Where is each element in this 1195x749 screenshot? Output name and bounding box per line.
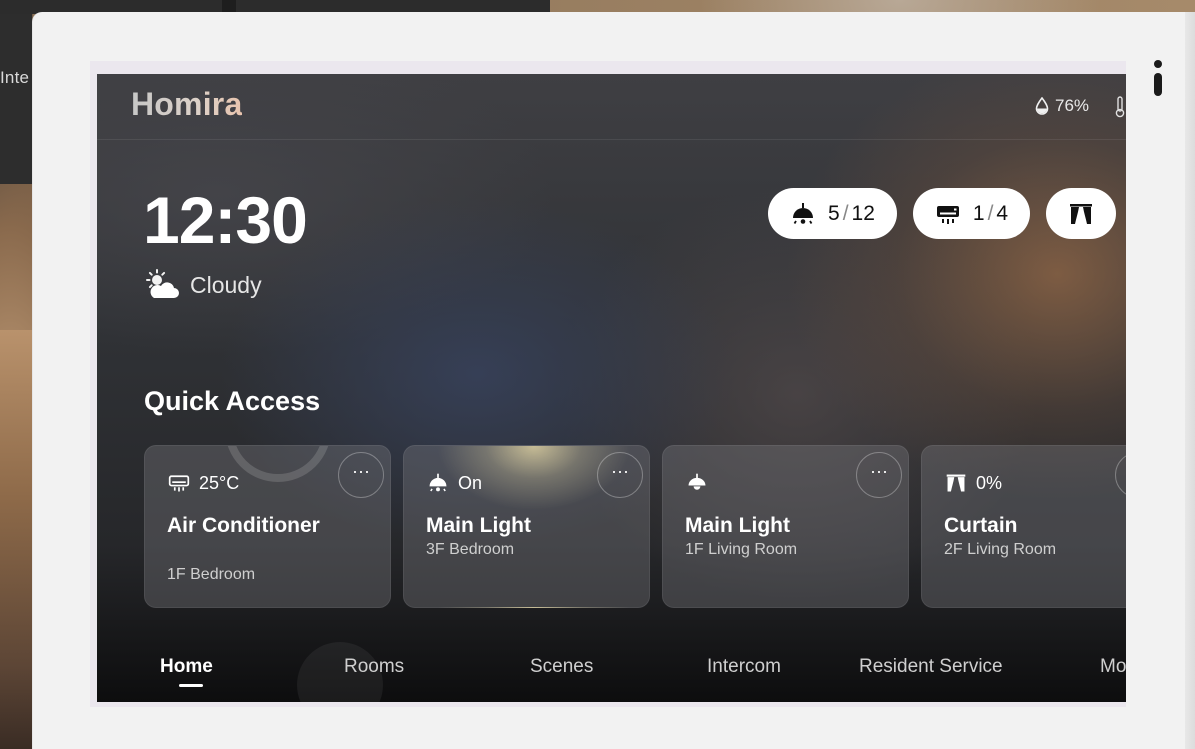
quick-access-card-main-light-1f[interactable]: Main Light 1F Living Room ··· [662,445,909,608]
card-room-name: 3F Bedroom [426,541,515,558]
lights-active-count: 5 [828,201,840,225]
ac-active-count: 1 [972,201,985,225]
tablet-screen: Homira 76% 12:30 Cloudy 5 / 12 1 / 4 Qui… [97,74,1126,702]
nav-item-more[interactable]: Mo [1100,656,1126,678]
nav-item-intercom[interactable]: Intercom [707,656,781,678]
pendant-light-icon [688,473,706,490]
curtain-status-pill[interactable] [1046,188,1117,239]
quick-access-card-main-light-3f[interactable]: On Main Light 3F Bedroom ··· [403,445,650,608]
device-frame-edge [1185,12,1195,749]
nav-item-resident-service[interactable]: Resident Service [859,656,1003,678]
weather-label: Cloudy [190,271,262,298]
more-options-button[interactable]: ··· [597,452,643,498]
info-icon[interactable] [1151,58,1165,100]
card-room-name: 2F Living Room [944,541,1057,558]
ceiling-light-icon [793,202,813,224]
card-room-name: 1F Bedroom [167,566,256,583]
card-status-text: On [458,472,483,493]
quick-access-card-curtain[interactable]: 0% Curtain 2F Living Room ··· [921,445,1126,608]
ac-total-count: 4 [996,201,1009,225]
card-device-name: Main Light [426,514,531,537]
card-room-name: 1F Living Room [685,541,798,558]
clock-time: 12:30 [143,183,308,257]
water-drop-icon [1035,97,1049,115]
card-status [685,472,717,494]
humidity-value: 76% [1055,96,1090,115]
more-options-button[interactable]: ··· [856,452,902,498]
background-furniture [0,330,32,749]
quick-access-title: Quick Access [144,386,321,416]
background-partial-text: Inte [0,68,30,87]
partly-cloudy-icon [146,269,179,298]
card-status: 25°C [167,472,239,494]
curtain-icon [946,474,966,492]
device-status-pills: 5/12 1/4 [768,188,1117,239]
bottom-navigation: Home Rooms Scenes Intercom Resident Serv… [97,634,1126,702]
top-bar: Homira 76% [97,74,1126,140]
ceiling-light-icon [429,473,447,492]
thermometer-icon [1115,96,1125,118]
card-device-name: Curtain [944,514,1018,537]
background-left-panel [0,14,32,184]
weather-status: Cloudy [144,269,262,301]
nav-item-scenes[interactable]: Scenes [530,656,593,678]
app-logo: Homira [131,86,243,122]
card-status: 0% [944,472,1002,494]
card-device-name: Air Conditioner [167,514,320,537]
ac-status-pill[interactable]: 1/4 [912,188,1031,239]
more-options-button[interactable]: ··· [1115,452,1126,498]
lights-status-pill[interactable]: 5/12 [768,188,897,239]
quick-access-cards: 25°C Air Conditioner 1F Bedroom ··· On M… [144,445,1126,608]
quick-access-card-air-conditioner[interactable]: 25°C Air Conditioner 1F Bedroom ··· [144,445,391,608]
card-status: On [426,472,482,494]
card-device-name: Main Light [685,514,790,537]
nav-active-indicator [179,684,203,687]
humidity-indicator: 76% [1035,96,1089,116]
nav-item-rooms[interactable]: Rooms [344,656,404,678]
more-options-button[interactable]: ··· [338,452,384,498]
air-conditioner-icon [936,205,959,224]
air-conditioner-icon [168,475,190,492]
curtain-icon [1070,203,1093,224]
nav-item-home[interactable]: Home [160,656,213,678]
lights-total-count: 12 [851,201,875,225]
card-status-text: 0% [976,472,1003,493]
card-status-text: 25°C [199,472,240,493]
